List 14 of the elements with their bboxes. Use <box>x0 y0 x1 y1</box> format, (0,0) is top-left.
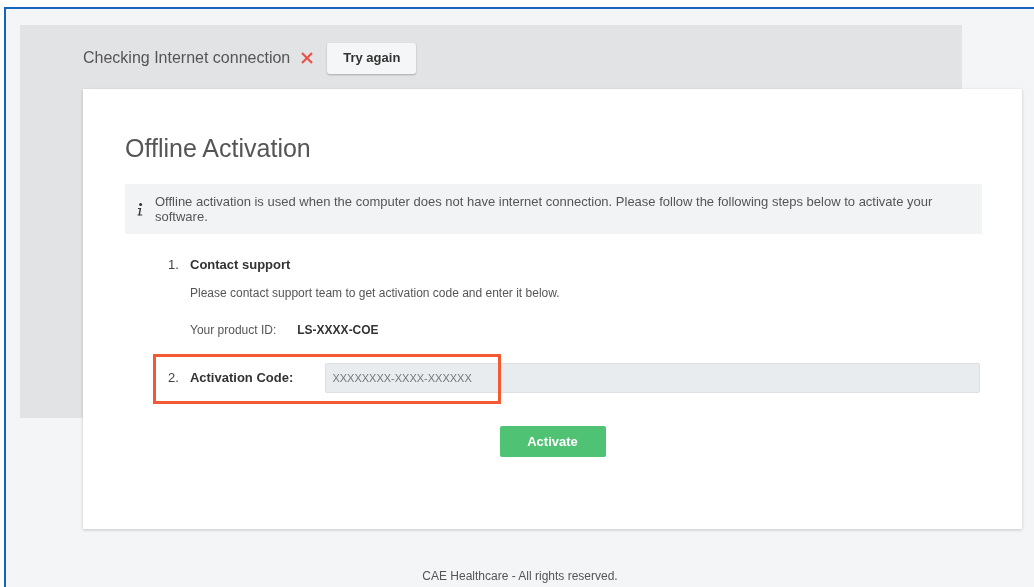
step-title: Contact support <box>190 256 292 274</box>
step-number: 1. <box>168 256 180 274</box>
activation-code-label: Activation Code: <box>189 369 295 388</box>
connection-status: Checking Internet connection <box>83 48 291 68</box>
step-number: 2. <box>168 369 180 388</box>
try-again-button[interactable]: Try again <box>327 42 417 74</box>
product-id-label: Your product ID: <box>190 322 277 338</box>
activation-code-field[interactable]: XXXXXXXX-XXXX-XXXXXX <box>325 363 980 393</box>
footer-text: CAE Healthcare - All rights reserved. <box>422 568 618 585</box>
info-message: Offline activation is used when the computer does not have internet connection. Please follow the following steps below to activate your software. <box>155 194 934 224</box>
info-icon <box>137 202 143 216</box>
card-title: Offline Activation <box>125 133 312 163</box>
product-id: LS-XXXX-COE <box>297 322 379 338</box>
step-description: Please contact support team to get activation code and enter it below. <box>190 285 560 301</box>
